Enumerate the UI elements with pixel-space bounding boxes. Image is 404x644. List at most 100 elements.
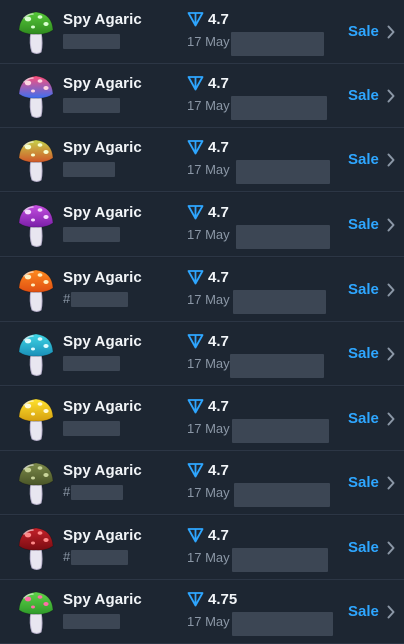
sale-button[interactable]: Sale <box>348 539 379 556</box>
redacted-number <box>63 227 120 242</box>
gift-name: Spy Agaric <box>63 398 142 415</box>
redacted-time <box>231 32 324 56</box>
date-label: 17 May <box>187 485 230 500</box>
date-label: 17 May <box>187 614 230 629</box>
redacted-number <box>71 550 128 565</box>
redacted-time <box>233 290 326 314</box>
ton-icon <box>187 12 204 27</box>
sale-button[interactable]: Sale <box>348 281 379 298</box>
date-label: 17 May <box>187 98 230 113</box>
ton-icon <box>187 140 204 155</box>
price-value: 4.7 <box>208 333 229 350</box>
redacted-number <box>63 162 115 177</box>
chevron-right-icon <box>387 283 395 297</box>
price-value: 4.7 <box>208 269 229 286</box>
redacted-time <box>232 548 328 572</box>
gift-name: Spy Agaric <box>63 527 142 544</box>
mushroom-icon <box>18 398 54 441</box>
chevron-right-icon <box>387 218 395 232</box>
ton-icon <box>187 76 204 91</box>
price-value: 4.7 <box>208 204 229 221</box>
redacted-number <box>71 292 128 307</box>
mushroom-icon <box>18 462 54 505</box>
mushroom-icon <box>18 333 54 376</box>
redacted-number <box>63 98 120 113</box>
gift-row[interactable]: Spy Agaric 4.7 17 May Sale <box>0 322 404 386</box>
chevron-right-icon <box>387 153 395 167</box>
gift-name: Spy Agaric <box>63 139 142 156</box>
chevron-right-icon <box>387 476 395 490</box>
mushroom-icon <box>18 269 54 312</box>
price-value: 4.7 <box>208 11 229 28</box>
redacted-number <box>63 421 120 436</box>
chevron-right-icon <box>387 25 395 39</box>
redacted-time <box>232 419 329 443</box>
sale-button[interactable]: Sale <box>348 474 379 491</box>
gift-row[interactable]: Spy Agaric 4.75 17 May Sale <box>0 580 404 644</box>
price-value: 4.7 <box>208 398 229 415</box>
mushroom-icon <box>18 527 54 570</box>
date-label: 17 May <box>187 162 230 177</box>
date-label: 17 May <box>187 421 230 436</box>
gift-number: # <box>63 291 71 306</box>
mushroom-icon <box>18 75 54 118</box>
date-label: 17 May <box>187 292 230 307</box>
chevron-right-icon <box>387 605 395 619</box>
redacted-time <box>236 160 330 184</box>
mushroom-icon <box>18 204 54 247</box>
gift-row[interactable]: Spy Agaric # 4.7 17 May Sale <box>0 516 404 580</box>
gift-row[interactable]: Spy Agaric # 4.7 17 May Sale <box>0 451 404 515</box>
ton-icon <box>187 463 204 478</box>
price-value: 4.7 <box>208 527 229 544</box>
ton-icon <box>187 528 204 543</box>
gift-row[interactable]: Spy Agaric 4.7 17 May Sale <box>0 128 404 192</box>
sale-button[interactable]: Sale <box>348 216 379 233</box>
sale-button[interactable]: Sale <box>348 23 379 40</box>
gift-number: # <box>63 549 71 564</box>
price-value: 4.7 <box>208 139 229 156</box>
redacted-time <box>236 225 330 249</box>
gift-name: Spy Agaric <box>63 333 142 350</box>
redacted-number <box>63 614 120 629</box>
gift-row[interactable]: Spy Agaric 4.7 17 May Sale <box>0 0 404 64</box>
ton-icon <box>187 270 204 285</box>
redacted-time <box>232 612 333 636</box>
redacted-number <box>63 34 120 49</box>
chevron-right-icon <box>387 541 395 555</box>
date-label: 17 May <box>187 34 230 49</box>
price-value: 4.7 <box>208 75 229 92</box>
redacted-number <box>71 485 123 500</box>
sale-button[interactable]: Sale <box>348 87 379 104</box>
gift-number: # <box>63 484 71 499</box>
gift-row[interactable]: Spy Agaric 4.7 17 May Sale <box>0 193 404 257</box>
date-label: 17 May <box>187 227 230 242</box>
redacted-time <box>230 354 324 378</box>
chevron-right-icon <box>387 412 395 426</box>
sale-button[interactable]: Sale <box>348 345 379 362</box>
mushroom-icon <box>18 591 54 634</box>
redacted-number <box>63 356 120 371</box>
chevron-right-icon <box>387 347 395 361</box>
gift-name: Spy Agaric <box>63 269 142 286</box>
redacted-time <box>231 96 327 120</box>
sale-button[interactable]: Sale <box>348 603 379 620</box>
gift-row[interactable]: Spy Agaric 4.7 17 May Sale <box>0 64 404 128</box>
ton-icon <box>187 592 204 607</box>
gift-row[interactable]: Spy Agaric 4.7 17 May Sale <box>0 387 404 451</box>
gift-row[interactable]: Spy Agaric # 4.7 17 May Sale <box>0 258 404 322</box>
gift-name: Spy Agaric <box>63 591 142 608</box>
ton-icon <box>187 399 204 414</box>
price-value: 4.7 <box>208 462 229 479</box>
mushroom-icon <box>18 139 54 182</box>
gift-name: Spy Agaric <box>63 204 142 221</box>
ton-icon <box>187 334 204 349</box>
gift-name: Spy Agaric <box>63 75 142 92</box>
sale-button[interactable]: Sale <box>348 410 379 427</box>
date-label: 17 May <box>187 356 230 371</box>
gift-name: Spy Agaric <box>63 462 142 479</box>
mushroom-icon <box>18 11 54 54</box>
sale-button[interactable]: Sale <box>348 151 379 168</box>
gift-name: Spy Agaric <box>63 11 142 28</box>
price-value: 4.75 <box>208 591 238 608</box>
redacted-time <box>234 483 330 507</box>
